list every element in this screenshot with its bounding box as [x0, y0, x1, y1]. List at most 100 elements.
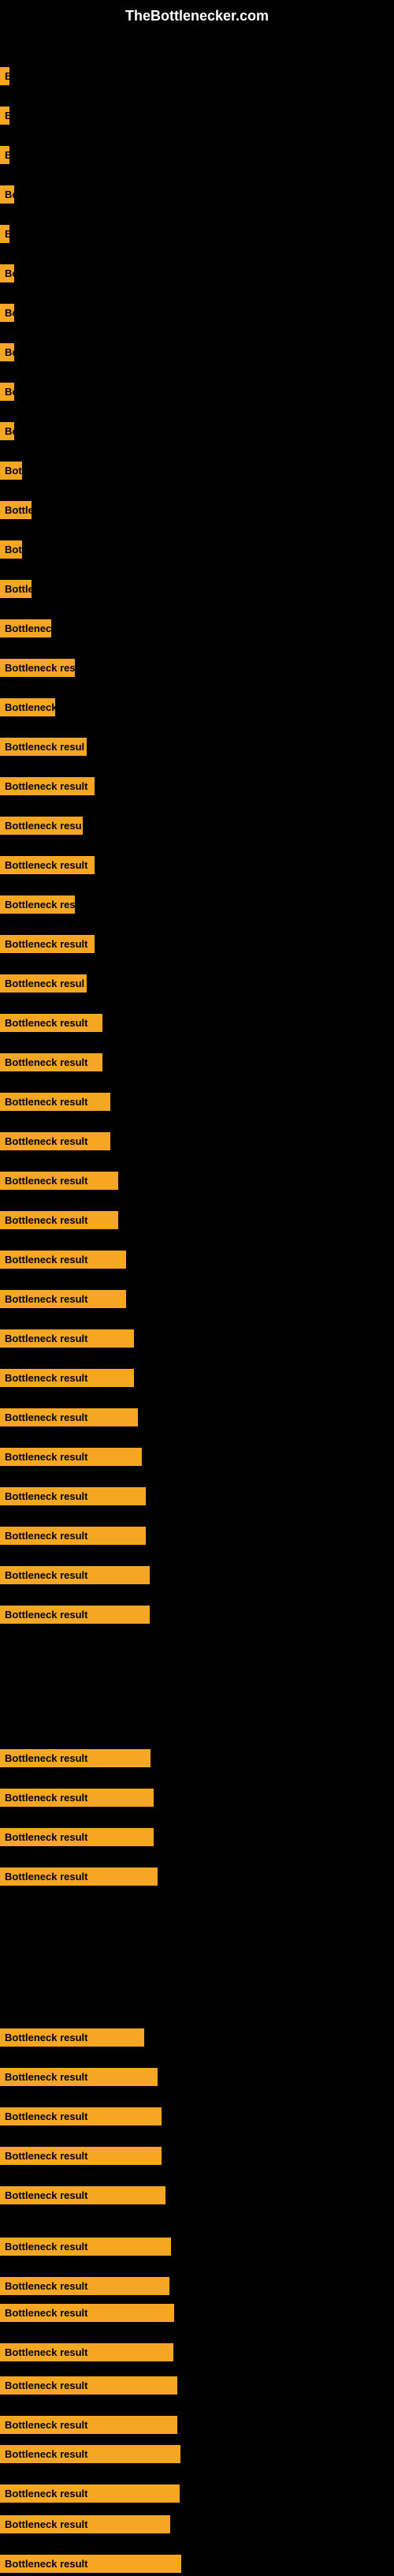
list-item: Bottleneck result: [0, 1524, 146, 1548]
list-item: Bottleneck result: [0, 2442, 180, 2466]
item-label: Bott: [0, 462, 22, 480]
list-item: Bottleneck result: [0, 2373, 177, 2398]
item-label: Bottlenec: [0, 619, 51, 637]
list-item: Bottle: [0, 498, 32, 522]
list-item: Bottleneck result: [0, 1168, 118, 1193]
list-item: Bottleneck result: [0, 1405, 138, 1430]
item-label: Bottleneck result: [0, 1014, 102, 1032]
item-label: B: [0, 146, 9, 164]
item-label: Bottleneck result: [0, 1566, 150, 1584]
item-label: Bottleneck result: [0, 856, 95, 874]
item-label: Bo: [0, 304, 14, 322]
item-label: Bottleneck result: [0, 2068, 158, 2086]
list-item: Bottleneck result: [0, 2413, 177, 2437]
item-label: Bo: [0, 343, 14, 361]
list-item: B: [0, 143, 9, 167]
list-item: Bott: [0, 458, 22, 483]
item-label: Bottleneck result: [0, 1448, 142, 1466]
item-label: Bo: [0, 264, 14, 282]
item-label: Bottleneck resul: [0, 974, 87, 993]
list-item: Bo: [0, 419, 14, 443]
list-item: Bottleneck result: [0, 1746, 151, 1770]
item-label: Bottleneck result: [0, 1487, 146, 1505]
list-item: Bottleneck result: [0, 2144, 162, 2168]
item-label: Bottleneck res: [0, 659, 75, 677]
list-item: Bottleneck result: [0, 2481, 180, 2506]
item-label: Bottleneck result: [0, 1251, 126, 1269]
item-label: Bott: [0, 540, 22, 559]
list-item: B: [0, 103, 9, 128]
item-label: Bottleneck result: [0, 2555, 181, 2573]
item-label: Bottleneck result: [0, 2343, 173, 2361]
list-item: Bottleneck result: [0, 2183, 165, 2208]
list-item: Bottleneck resu: [0, 813, 83, 838]
list-item: B: [0, 222, 9, 246]
item-label: B: [0, 67, 9, 85]
list-item: Bottleneck result: [0, 2301, 174, 2325]
item-label: Bottleneck res: [0, 895, 75, 914]
list-item: Bottleneck result: [0, 1563, 150, 1587]
list-item: Bottleneck result: [0, 1326, 134, 1351]
list-item: Bo: [0, 182, 14, 207]
item-label: Bottleneck result: [0, 2445, 180, 2463]
list-item: Bottleneck result: [0, 2340, 173, 2365]
list-item: Bottleneck result: [0, 932, 95, 956]
item-label: Bottleneck result: [0, 1290, 126, 1308]
item-label: Bottleneck: [0, 698, 55, 716]
list-item: Bottleneck: [0, 695, 55, 720]
list-item: Bottleneck result: [0, 1484, 146, 1509]
item-label: Bottleneck result: [0, 1172, 118, 1190]
list-item: Bo: [0, 340, 14, 365]
item-label: Bottleneck result: [0, 1211, 118, 1229]
list-item: Bottleneck res: [0, 656, 75, 680]
item-label: Bottleneck result: [0, 1828, 154, 1846]
list-item: Bottleneck res: [0, 892, 75, 917]
list-item: Bottle: [0, 577, 32, 601]
list-item: Bottleneck result: [0, 1129, 110, 1153]
list-item: Bottleneck result: [0, 1602, 150, 1627]
item-label: B: [0, 107, 9, 125]
list-item: Bottleneck result: [0, 1090, 110, 1114]
list-item: Bottleneck result: [0, 1050, 102, 1075]
site-title: TheBottlenecker.com: [0, 0, 394, 28]
list-item: Bottleneck result: [0, 2065, 158, 2089]
list-item: Bottleneck result: [0, 774, 95, 798]
item-label: Bottleneck result: [0, 935, 95, 953]
item-label: Bottleneck result: [0, 2028, 144, 2047]
item-label: Bottleneck result: [0, 1369, 134, 1387]
list-item: Bottleneck resul: [0, 735, 87, 759]
item-label: Bo: [0, 383, 14, 401]
list-item: Bottleneck result: [0, 1445, 142, 1469]
item-label: Bottleneck result: [0, 1132, 110, 1150]
list-item: Bottleneck result: [0, 1785, 154, 1810]
list-item: Bottleneck result: [0, 1287, 126, 1311]
items-container: B B B Bo B Bo Bo Bo Bo Bo Bott Bottle Bott Bottle Bott…: [0, 28, 394, 2553]
item-label: Bottle: [0, 501, 32, 519]
list-item: Bottleneck result: [0, 1366, 134, 1390]
list-item: Bottleneck result: [0, 853, 95, 877]
item-label: Bottleneck result: [0, 1093, 110, 1111]
list-item: Bottleneck resul: [0, 971, 87, 996]
list-item: Bottlenec: [0, 616, 51, 641]
list-item: Bottleneck result: [0, 2234, 171, 2259]
item-label: Bottleneck resul: [0, 738, 87, 756]
list-item: Bottleneck result: [0, 2552, 181, 2576]
item-label: Bottleneck result: [0, 1789, 154, 1807]
item-label: Bottleneck result: [0, 2376, 177, 2395]
list-item: Bott: [0, 537, 22, 562]
item-label: Bottleneck resu: [0, 817, 83, 835]
item-label: Bottle: [0, 580, 32, 598]
item-label: Bottleneck result: [0, 1749, 151, 1767]
item-label: Bottleneck result: [0, 2484, 180, 2503]
list-item: Bottleneck result: [0, 2274, 169, 2298]
item-label: Bottleneck result: [0, 2107, 162, 2125]
item-label: Bottleneck result: [0, 1408, 138, 1426]
list-item: Bottleneck result: [0, 2104, 162, 2129]
item-label: Bottleneck result: [0, 1053, 102, 1071]
list-item: Bottleneck result: [0, 1247, 126, 1272]
item-label: Bottleneck result: [0, 2147, 162, 2165]
list-item: Bottleneck result: [0, 1825, 154, 1849]
list-item: Bottleneck result: [0, 1011, 102, 1035]
item-label: Bottleneck result: [0, 1329, 134, 1348]
list-item: Bo: [0, 379, 14, 404]
